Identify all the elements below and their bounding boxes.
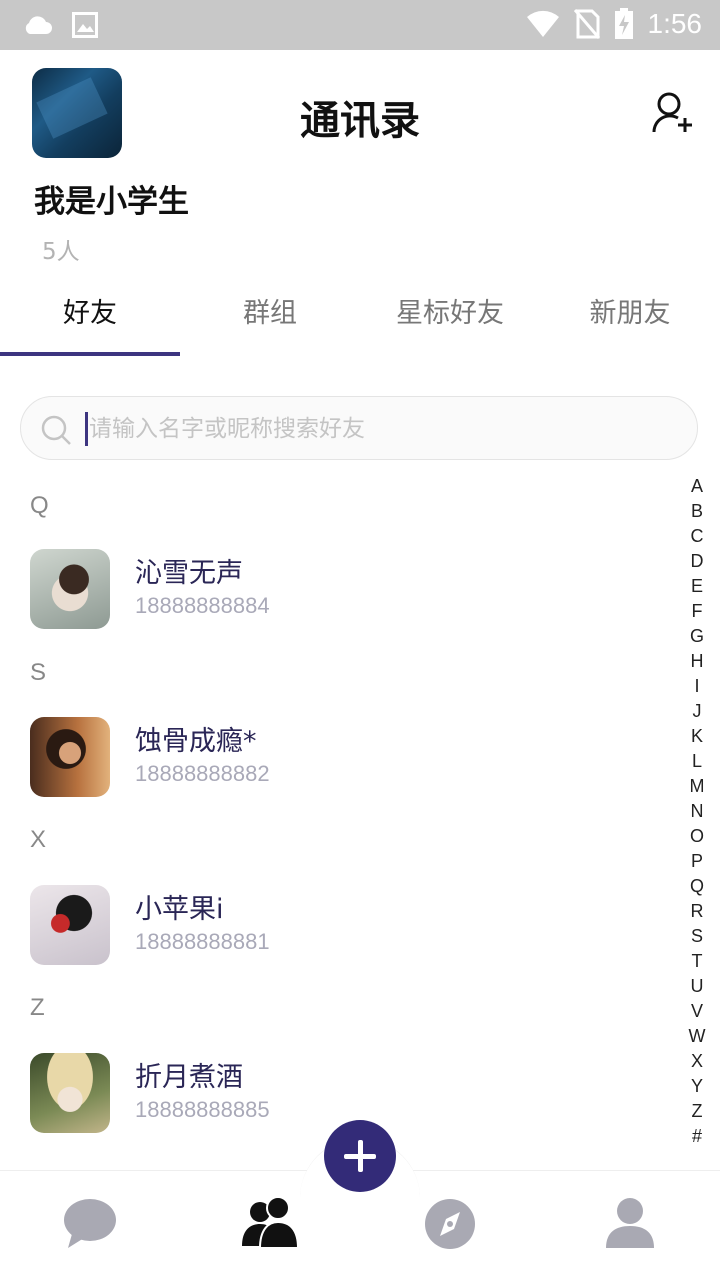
no-sim-icon <box>573 9 600 39</box>
contact-name: 蚀骨成瘾* <box>135 726 257 757</box>
add-button[interactable] <box>324 1120 396 1192</box>
battery-charging-icon <box>614 8 633 39</box>
index-letter[interactable]: M <box>690 774 705 799</box>
contacts-icon[interactable] <box>240 1196 300 1252</box>
search-input[interactable] <box>89 405 669 453</box>
contact-phone: 18888888885 <box>135 1097 270 1122</box>
index-letter[interactable]: T <box>692 949 703 974</box>
index-letter[interactable]: B <box>691 499 703 524</box>
contact-name: 小苹果i <box>135 894 224 925</box>
index-letter[interactable]: R <box>691 899 704 924</box>
tab-groups[interactable]: 群组 <box>180 288 360 354</box>
avatar <box>30 1053 110 1133</box>
index-letter[interactable]: O <box>690 824 704 849</box>
avatar <box>30 549 110 629</box>
contact-phone: 18888888882 <box>135 761 270 786</box>
contact-item[interactable]: 蚀骨成瘾* 18888888882 <box>0 707 680 807</box>
group-name: 我是小学生 <box>34 184 189 220</box>
index-letter[interactable]: # <box>692 1124 702 1149</box>
index-letter[interactable]: V <box>691 999 703 1024</box>
index-letter[interactable]: P <box>691 849 703 874</box>
cloud-icon <box>25 16 52 34</box>
tab-new-friends[interactable]: 新朋友 <box>540 288 720 354</box>
search-icon <box>41 415 71 445</box>
chat-bubble-icon[interactable] <box>60 1196 120 1252</box>
index-letter[interactable]: D <box>691 549 704 574</box>
tab-bar: 好友 群组 星标好友 新朋友 <box>0 288 720 356</box>
index-letter[interactable]: W <box>689 1024 706 1049</box>
search-box <box>20 396 698 460</box>
index-letter[interactable]: H <box>691 649 704 674</box>
page-title: 通讯录 <box>300 98 420 144</box>
index-letter[interactable]: F <box>692 599 703 624</box>
status-bar: 1:56 <box>0 0 720 50</box>
status-time: 1:56 <box>647 8 703 39</box>
index-letter[interactable]: X <box>691 1049 703 1074</box>
contact-item[interactable]: 小苹果i 18888888881 <box>0 875 680 975</box>
index-letter[interactable]: C <box>691 524 704 549</box>
index-letter[interactable]: I <box>694 674 699 699</box>
compass-icon[interactable] <box>420 1196 480 1252</box>
index-letter[interactable]: G <box>690 624 704 649</box>
tab-starred-friends[interactable]: 星标好友 <box>360 288 540 354</box>
index-letter[interactable]: L <box>692 749 702 774</box>
index-letter[interactable]: A <box>691 474 703 499</box>
index-letter[interactable]: J <box>693 699 702 724</box>
tab-friends[interactable]: 好友 <box>0 288 180 356</box>
index-letter[interactable]: Q <box>690 874 704 899</box>
index-letter[interactable]: Z <box>692 1099 703 1124</box>
section-header: Q <box>30 492 49 519</box>
contact-name: 折月煮酒 <box>135 1062 243 1093</box>
wifi-icon <box>526 10 559 37</box>
section-header: S <box>30 659 47 686</box>
index-letter[interactable]: U <box>691 974 704 999</box>
avatar <box>30 717 110 797</box>
profile-icon[interactable] <box>600 1196 660 1252</box>
index-letter[interactable]: E <box>691 574 703 599</box>
index-letter[interactable]: S <box>691 924 703 949</box>
add-friend-icon[interactable] <box>650 90 696 136</box>
image-icon <box>72 12 98 38</box>
section-header: Z <box>30 994 45 1021</box>
contact-item[interactable]: 沁雪无声 18888888884 <box>0 539 680 639</box>
avatar <box>30 885 110 965</box>
alphabet-index[interactable]: A B C D E F G H I J K L M N O P Q R S T U V W X Y Z # <box>684 474 710 1149</box>
index-letter[interactable]: Y <box>691 1074 703 1099</box>
contact-name: 沁雪无声 <box>135 558 243 589</box>
index-letter[interactable]: N <box>691 799 704 824</box>
section-header: X <box>30 826 47 853</box>
text-cursor <box>85 412 88 446</box>
contact-phone: 18888888881 <box>135 929 270 954</box>
contact-phone: 18888888884 <box>135 593 270 618</box>
index-letter[interactable]: K <box>691 724 703 749</box>
member-count: 5人 <box>42 239 80 265</box>
